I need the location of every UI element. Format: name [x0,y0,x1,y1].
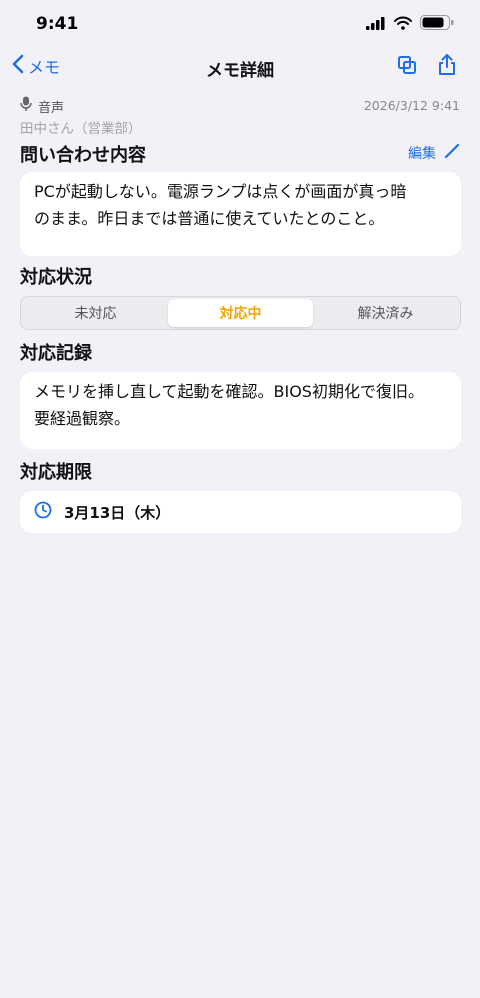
wifi-icon [394,15,412,34]
inquiry-line: PCが起動しない。電源ランプは点くが画面が真っ暗 [34,182,407,201]
duplicate-icon[interactable] [396,54,418,76]
status-bar: 9:41 [0,0,480,50]
status-heading: 対応状況 [20,267,92,288]
nav-actions [396,54,458,76]
signal-icon [366,15,386,34]
edit-label: 編集 [408,146,436,162]
due-date-card[interactable]: 3月13日（木） [20,491,461,533]
due-date-value: 3月13日（木） [64,503,171,522]
requester: 田中さん（営業部） [20,121,142,137]
due-heading: 対応期限 [20,462,92,483]
clock-icon [34,501,52,523]
navigation-bar: メモ メモ詳細 [0,50,480,86]
segment-resolved[interactable]: 解決済み [313,299,458,327]
microphone-icon [20,96,32,116]
record-text: メモリを挿し直して起動を確認。BIOS初期化で復旧。 要経過観察。 [20,372,461,432]
edit-button[interactable]: 編集 [408,143,460,163]
record-heading: 対応記録 [20,343,92,364]
record-card[interactable]: メモリを挿し直して起動を確認。BIOS初期化で復旧。 要経過観察。 [20,372,461,449]
status-segmented-control: 未対応 対応中 解決済み [20,296,461,330]
inquiry-line: のまま。昨日までは普通に使えていたとのこと。 [34,209,385,228]
source-type-label: 音声 [38,100,65,116]
inquiry-card[interactable]: PCが起動しない。電源ランプは点くが画面が真っ暗 のまま。昨日までは普通に使えて… [20,172,461,256]
source-type: 音声 [20,96,64,116]
share-icon[interactable] [436,54,458,76]
segment-not-started[interactable]: 未対応 [23,299,168,327]
record-line: 要経過観察。 [34,409,131,428]
inquiry-text: PCが起動しない。電源ランプは点くが画面が真っ暗 のまま。昨日までは普通に使えて… [20,172,461,232]
status-icons [366,15,454,34]
memo-date: 2026/3/12 9:41 [363,98,460,113]
memo-meta: 音声 2026/3/12 9:41 [20,96,460,116]
status-time: 9:41 [36,14,79,34]
record-line: メモリを挿し直して起動を確認。BIOS初期化で復旧。 [34,382,424,401]
pencil-icon [444,143,460,163]
segment-in-progress[interactable]: 対応中 [168,299,313,327]
inquiry-heading: 問い合わせ内容 [20,145,146,166]
battery-icon [420,15,454,34]
